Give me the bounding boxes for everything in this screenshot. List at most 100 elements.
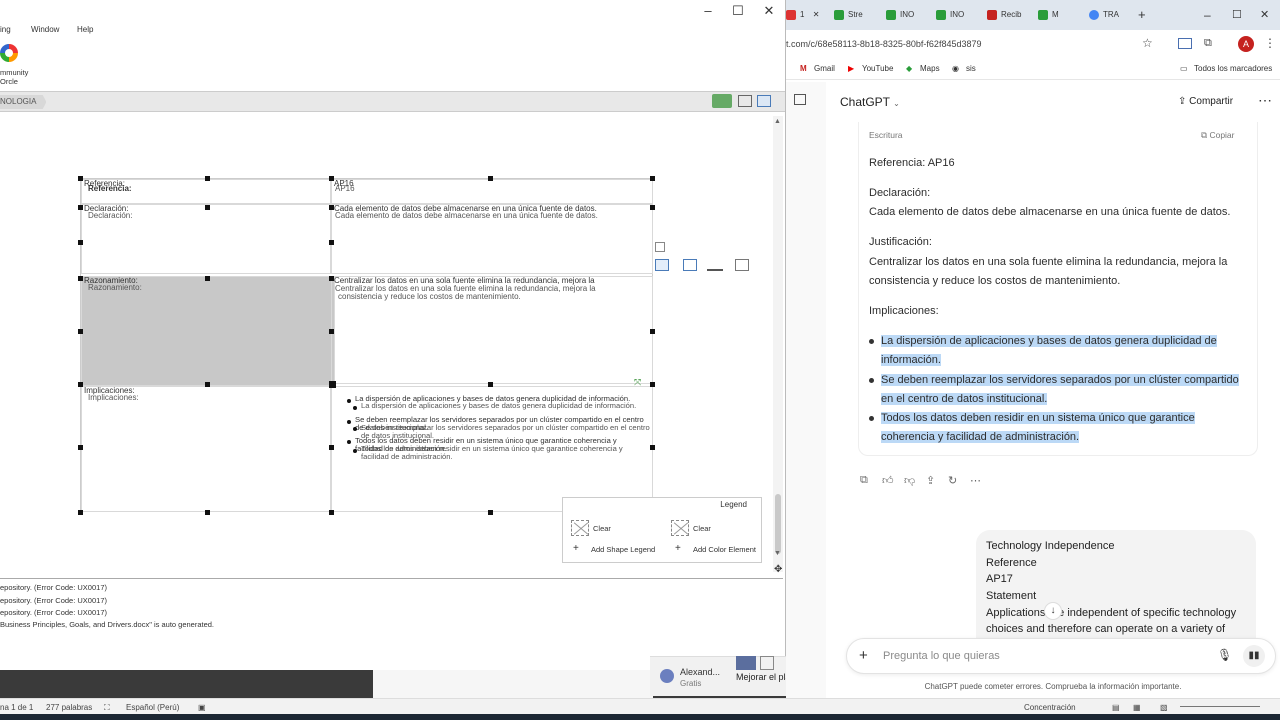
resize-handle[interactable] bbox=[488, 510, 493, 515]
layout-icon[interactable] bbox=[757, 95, 771, 107]
focus-mode[interactable]: Concentración bbox=[1024, 703, 1076, 712]
resize-handle[interactable] bbox=[329, 510, 334, 515]
scroll-up-icon[interactable]: ▲ bbox=[774, 118, 781, 125]
clear-shape-label[interactable]: Clear bbox=[593, 524, 611, 533]
chat-composer[interactable]: + Pregunta lo que quieras 🎙︎ ▮▮ bbox=[846, 638, 1276, 674]
diagram-toggle-icon[interactable] bbox=[712, 94, 732, 108]
canvas-scrollbar[interactable]: ▲ ▼ bbox=[773, 116, 783, 572]
resize-handle[interactable] bbox=[329, 205, 334, 210]
document-icon[interactable] bbox=[760, 656, 774, 670]
tab[interactable]: 1 ✕ bbox=[786, 5, 819, 25]
resize-handle[interactable] bbox=[78, 510, 83, 515]
resize-handle[interactable] bbox=[78, 276, 83, 281]
tab[interactable]: TRA bbox=[1089, 5, 1119, 25]
text-align-icon[interactable] bbox=[655, 259, 669, 271]
extensions-icon[interactable]: ⧉ bbox=[1204, 37, 1212, 50]
thumbs-up-icon[interactable]: 👍︎ bbox=[882, 474, 894, 487]
resize-handle[interactable] bbox=[205, 382, 210, 387]
clear-color-icon[interactable] bbox=[671, 520, 689, 536]
resize-handle[interactable] bbox=[78, 205, 83, 210]
cell-implicaciones-value[interactable]: La dispersión de aplicaciones y bases de… bbox=[331, 386, 653, 512]
close-icon[interactable]: ✕ bbox=[1260, 5, 1269, 25]
resize-handle[interactable] bbox=[78, 329, 83, 334]
more-options-icon[interactable]: ⋯ bbox=[1258, 92, 1272, 109]
new-tab-button[interactable]: + bbox=[1138, 5, 1146, 25]
language[interactable]: Español (Perú) bbox=[126, 703, 179, 712]
fit-view-icon[interactable] bbox=[738, 95, 752, 107]
cell-reference-label[interactable]: Referencia: Referencia: bbox=[81, 179, 331, 204]
maximize-icon[interactable]: ☐ bbox=[728, 3, 748, 19]
resize-handle[interactable] bbox=[329, 176, 334, 181]
menu-item-help[interactable]: Help bbox=[77, 25, 93, 34]
cell-implicaciones-label[interactable]: Implicaciones: Implicaciones: bbox=[81, 386, 331, 512]
resize-handle[interactable] bbox=[650, 205, 655, 210]
url-input[interactable]: t.com/c/68e58113-8b18-8325-80bf-f62f845d… bbox=[786, 34, 1166, 54]
resize-handle[interactable] bbox=[329, 445, 334, 450]
menu-item[interactable]: ing bbox=[0, 25, 11, 34]
bookmark-sis[interactable]: sis bbox=[966, 64, 976, 73]
resize-handle[interactable] bbox=[488, 382, 493, 387]
avatar[interactable] bbox=[660, 669, 674, 683]
resize-handle[interactable] bbox=[78, 382, 83, 387]
scroll-down-button[interactable]: ↓ bbox=[1044, 602, 1062, 620]
maximize-icon[interactable]: ☐ bbox=[1232, 5, 1242, 25]
tab[interactable]: M bbox=[1038, 5, 1059, 25]
resize-handle[interactable] bbox=[78, 176, 83, 181]
word-count[interactable]: 277 palabras bbox=[46, 703, 92, 712]
cell-declaracion-value[interactable]: Cada elemento de datos debe almacenarse … bbox=[331, 204, 653, 274]
resize-handle[interactable] bbox=[205, 510, 210, 515]
mail-icon[interactable] bbox=[736, 656, 756, 670]
sidebar-toggle-icon[interactable] bbox=[794, 94, 806, 105]
zoom-slider[interactable] bbox=[1180, 706, 1260, 707]
minimize-icon[interactable]: – bbox=[1204, 5, 1211, 25]
cast-icon[interactable] bbox=[1178, 38, 1192, 49]
add-icon[interactable]: + bbox=[573, 543, 579, 554]
community-orbit-label[interactable]: mmunity Orcle bbox=[0, 68, 28, 86]
share-icon[interactable]: ⇪ bbox=[926, 474, 935, 487]
move-icon[interactable]: ✥ bbox=[774, 564, 782, 575]
copy-button[interactable]: ⧉ Copiar bbox=[1201, 130, 1235, 141]
resize-handle[interactable] bbox=[205, 176, 210, 181]
bookmark-gmail[interactable]: Gmail bbox=[814, 64, 835, 73]
tab[interactable]: INO bbox=[886, 5, 914, 25]
resize-handle[interactable] bbox=[205, 205, 210, 210]
line-style-icon[interactable] bbox=[707, 259, 723, 271]
community-orbit-icon[interactable] bbox=[0, 44, 18, 62]
web-layout-icon[interactable]: ▧ bbox=[1160, 703, 1168, 712]
clear-shape-icon[interactable] bbox=[571, 520, 589, 536]
page-count[interactable]: na 1 de 1 bbox=[0, 703, 33, 712]
arrange-icon[interactable] bbox=[735, 259, 749, 271]
close-tab-icon[interactable]: ✕ bbox=[813, 10, 820, 19]
scroll-down-icon[interactable]: ▼ bbox=[774, 550, 781, 557]
breadcrumb[interactable]: NOLOGIA bbox=[0, 95, 47, 109]
resize-handle[interactable] bbox=[329, 276, 334, 281]
more-icon[interactable]: ⋯ bbox=[970, 474, 981, 487]
cell-razonamiento-label[interactable]: Razonamiento: Razonamiento: bbox=[81, 276, 335, 386]
add-shape-legend-button[interactable]: Add Shape Legend bbox=[591, 545, 655, 554]
scroll-thumb[interactable] bbox=[775, 494, 781, 554]
voice-mode-icon[interactable]: ▮▮ bbox=[1243, 645, 1265, 667]
add-color-element-button[interactable]: Add Color Element bbox=[693, 545, 756, 554]
resize-handle[interactable] bbox=[329, 240, 334, 245]
resize-handle[interactable] bbox=[329, 329, 334, 334]
minimize-icon[interactable]: – bbox=[698, 3, 718, 18]
resize-handle[interactable] bbox=[650, 329, 655, 334]
connector-icon[interactable] bbox=[655, 242, 665, 252]
resize-handle[interactable] bbox=[650, 176, 655, 181]
read-mode-icon[interactable]: ▤ bbox=[1112, 703, 1120, 712]
attach-icon[interactable]: + bbox=[859, 647, 868, 664]
copy-icon[interactable]: ⧉ bbox=[860, 474, 868, 487]
vertical-align-icon[interactable] bbox=[683, 259, 697, 271]
add-icon[interactable]: + bbox=[675, 543, 681, 554]
close-icon[interactable]: ✕ bbox=[759, 3, 779, 19]
tab[interactable]: INO bbox=[936, 5, 964, 25]
prompt-input[interactable]: Pregunta lo que quieras bbox=[883, 650, 1000, 662]
bookmark-youtube[interactable]: YouTube bbox=[862, 64, 893, 73]
resize-handle[interactable] bbox=[650, 382, 655, 387]
bookmark-star-icon[interactable]: ☆ bbox=[1142, 36, 1153, 50]
resize-handle[interactable] bbox=[650, 445, 655, 450]
share-button[interactable]: ⇪ Compartir bbox=[1178, 96, 1233, 107]
tab[interactable]: Stre bbox=[834, 5, 863, 25]
resize-handle[interactable] bbox=[488, 176, 493, 181]
profile-avatar[interactable]: A bbox=[1238, 36, 1254, 52]
